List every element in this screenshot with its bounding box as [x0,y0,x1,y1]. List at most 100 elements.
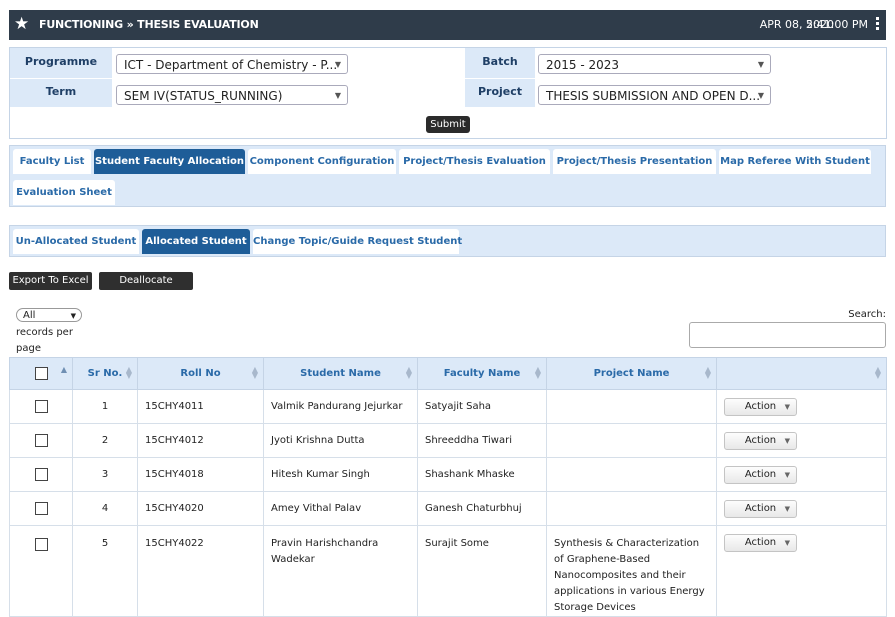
term-label: Term [10,79,112,107]
column-header-project-name[interactable]: Project Name ▲ ▼ [546,357,717,390]
faculty-name-cell: Surajit Some [417,525,547,617]
table-row: 5 15CHY4022 Pravin Harishchandra Wadekar… [9,525,887,617]
table-header-row: ▲ Sr No. ▲ ▼ Roll No ▲ ▼ Student Name ▲ ▼ Facu… [9,357,887,390]
student-name-cell: Hitesh Kumar Singh [263,457,418,492]
tab-component-configuration[interactable]: Component Configuration [248,149,396,174]
allocated-student-table: ▲ Sr No. ▲ ▼ Roll No ▲ ▼ Student Name ▲ ▼ Facu… [9,357,887,617]
student-name-cell: Valmik Pandurang Jejurkar [263,389,418,424]
chevron-down-icon: ▼ [784,402,790,411]
project-select[interactable]: THESIS SUBMISSION AND OPEN D... ▼ [538,85,771,105]
roll-no-cell: 15CHY4011 [137,389,264,424]
main-tab-bar: Faculty List Student Faculty Allocation … [9,145,886,207]
row-select-cell [9,457,73,492]
column-header-faculty-name[interactable]: Faculty Name ▲ ▼ [417,357,547,390]
project-name-cell [546,491,717,526]
tab-allocated-student[interactable]: Allocated Student [142,229,250,254]
row-checkbox[interactable] [34,502,48,515]
select-all-header[interactable]: ▲ [9,357,73,390]
action-cell: Action ▼ [716,525,887,617]
row-checkbox[interactable] [34,434,48,447]
sort-icon: ▲ ▼ [534,365,541,380]
roll-no-cell: 15CHY4020 [137,491,264,526]
tab-project-thesis-evaluation[interactable]: Project/Thesis Evaluation [399,149,550,174]
export-excel-button[interactable]: Export To Excel [9,272,92,290]
student-name-cell: Jyoti Krishna Dutta [263,423,418,458]
faculty-name-cell: Satyajit Saha [417,389,547,424]
chevron-down-icon: ▼ [757,60,764,69]
search-input[interactable] [689,322,886,348]
kebab-menu-icon[interactable] [876,17,880,32]
column-header-roll-no[interactable]: Roll No ▲ ▼ [137,357,264,390]
roll-no-cell: 15CHY4022 [137,525,264,617]
faculty-name-cell: Shreeddha Tiwari [417,423,547,458]
programme-label: Programme [10,48,112,78]
select-all-checkbox[interactable] [34,367,48,380]
action-dropdown-button[interactable]: Action ▼ [724,431,797,450]
page-header: ★ FUNCTIONING » THESIS EVALUATION APR 08… [9,10,886,40]
chevron-down-icon: ▼ [757,91,764,100]
chevron-down-icon: ▼ [334,60,341,69]
row-checkbox[interactable] [34,400,48,413]
tab-evaluation-sheet[interactable]: Evaluation Sheet [13,180,115,205]
roll-no-cell: 15CHY4018 [137,457,264,492]
page-title: FUNCTIONING » THESIS EVALUATION [39,18,259,31]
sr-no-cell: 5 [72,525,138,617]
tab-un-allocated-student[interactable]: Un-Allocated Student [13,229,139,254]
student-name-cell: Amey Vithal Palav [263,491,418,526]
action-dropdown-button[interactable]: Action ▼ [724,499,797,518]
search-label: Search: [848,309,886,320]
tab-change-topic-request[interactable]: Change Topic/Guide Request Student [253,229,462,254]
faculty-name-cell: Shashank Mhaske [417,457,547,492]
faculty-name-cell: Ganesh Chaturbhuj [417,491,547,526]
action-dropdown-button[interactable]: Action ▼ [724,534,797,552]
sort-icon: ▲ ▼ [874,365,881,380]
tab-student-faculty-allocation[interactable]: Student Faculty Allocation [94,149,245,174]
action-dropdown-button[interactable]: Action ▼ [724,397,797,416]
chevron-down-icon: ▼ [784,470,790,479]
project-name-cell [546,389,717,424]
chevron-down-icon: ▼ [784,504,790,513]
action-cell: Action ▼ [716,457,887,492]
tab-map-referee[interactable]: Map Referee With Student [719,149,871,174]
table-row: 3 15CHY4018 Hitesh Kumar Singh Shashank … [9,457,887,492]
submit-button[interactable]: Submit [426,116,470,133]
row-checkbox[interactable] [34,468,48,481]
student-name-cell: Pravin Harishchandra Wadekar [263,525,418,617]
batch-select[interactable]: 2015 - 2023 ▼ [538,54,771,74]
tab-project-thesis-presentation[interactable]: Project/Thesis Presentation [553,149,716,174]
column-header-sr-no[interactable]: Sr No. ▲ ▼ [72,357,138,390]
column-header-action: ▲ ▼ [716,357,887,390]
term-select[interactable]: SEM IV(STATUS_RUNNING) ▼ [116,85,348,105]
tab-faculty-list[interactable]: Faculty List [13,149,91,174]
project-name-cell [546,457,717,492]
project-label: Project [465,79,535,107]
row-select-cell [9,389,73,424]
chevron-down-icon: ▼ [784,539,790,547]
sr-no-cell: 1 [72,389,138,424]
table-row: 4 15CHY4020 Amey Vithal Palav Ganesh Cha… [9,491,887,526]
deallocate-student-button[interactable]: Deallocate Student [99,272,193,304]
project-name-cell [546,423,717,458]
star-icon[interactable]: ★ [14,14,29,34]
sort-asc-icon: ▲ [60,365,67,374]
action-dropdown-button[interactable]: Action ▼ [724,465,797,484]
records-per-page-label: records per page [16,327,73,354]
row-checkbox[interactable] [34,537,48,551]
chevron-down-icon: ▼ [334,91,341,100]
row-select-cell [9,423,73,458]
batch-label: Batch [465,48,535,78]
row-select-cell [9,525,73,617]
sort-icon: ▲ ▼ [125,365,132,380]
project-name-cell: Synthesis & Characterization of Graphene… [546,525,717,617]
action-cell: Action ▼ [716,491,887,526]
row-select-cell [9,491,73,526]
column-header-student-name[interactable]: Student Name ▲ ▼ [263,357,418,390]
programme-select[interactable]: ICT - Department of Chemistry - P... ▼ [116,54,348,74]
chevron-down-icon: ▼ [70,312,76,320]
action-cell: Action ▼ [716,423,887,458]
sr-no-cell: 3 [72,457,138,492]
roll-no-cell: 15CHY4012 [137,423,264,458]
records-per-page-select[interactable]: All ▼ [16,308,82,322]
sort-icon: ▲ ▼ [251,365,258,380]
table-row: 2 15CHY4012 Jyoti Krishna Dutta Shreeddh… [9,423,887,458]
